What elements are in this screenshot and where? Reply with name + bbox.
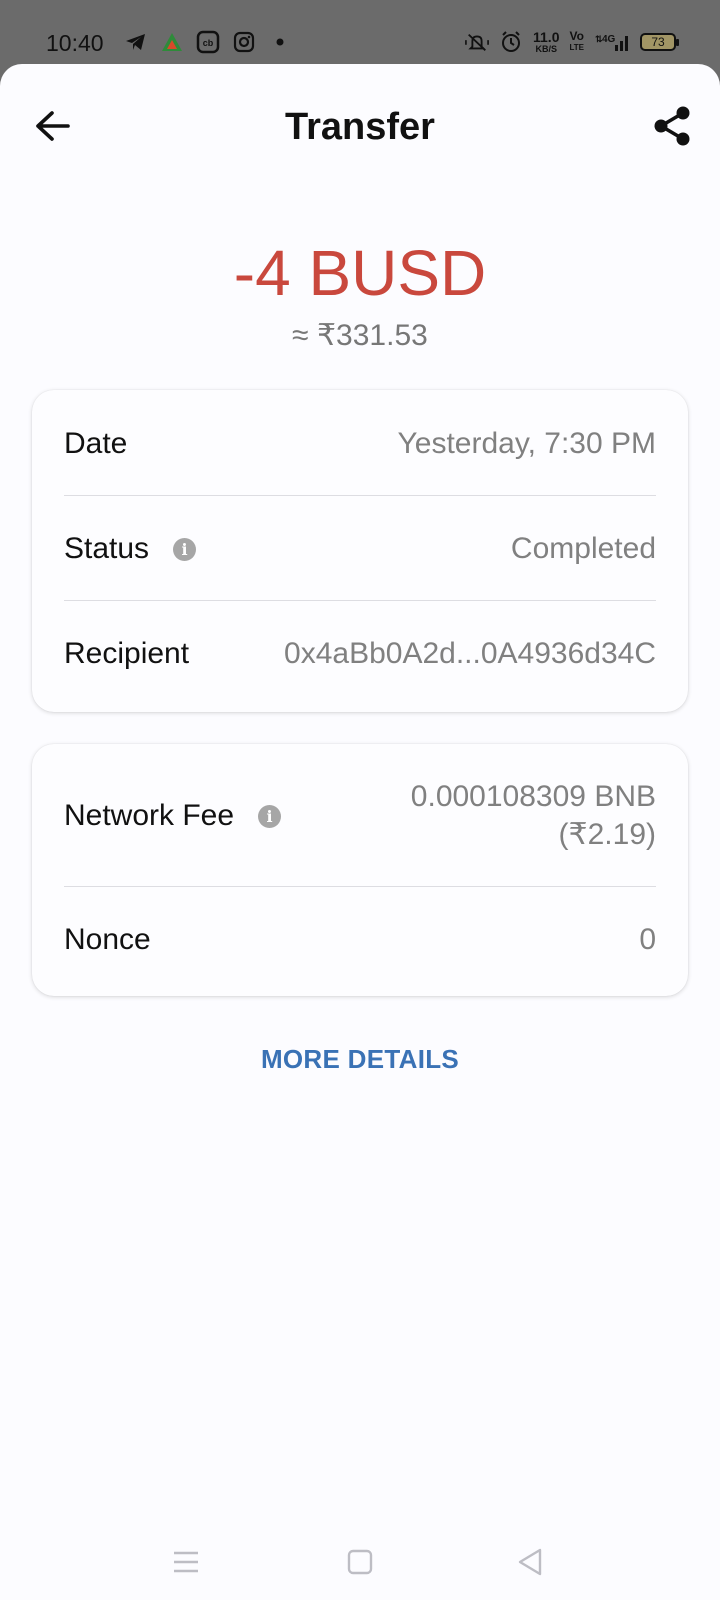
nonce-row: Nonce 0 <box>64 920 656 960</box>
nonce-label: Nonce <box>64 923 151 956</box>
recipient-row[interactable]: Recipient 0x4aBb0A2d...0A4936d34C <box>64 634 656 674</box>
divider <box>64 886 656 887</box>
network-speed-value: 11.0 <box>533 28 560 45</box>
transaction-sheet: Transfer -4 BUSD ≈ ₹331.53 Date Yesterda… <box>0 64 720 1600</box>
fee-card: Network Fee i 0.000108309 BNB (₹2.19) No… <box>32 744 688 996</box>
date-label: Date <box>64 427 128 460</box>
status-row: Status i Completed <box>64 529 656 569</box>
network-fee-value: 0.000108309 BNB (₹2.19) <box>411 778 656 854</box>
recipient-label: Recipient <box>64 637 190 670</box>
vibrate-mute-icon <box>465 30 489 54</box>
header: Transfer <box>0 64 720 184</box>
dot-icon <box>268 30 292 54</box>
recipient-address[interactable]: 0x4aBb0A2d...0A4936d34C <box>284 637 656 671</box>
network-fee-row: Network Fee i 0.000108309 BNB (₹2.19) <box>64 776 656 856</box>
fiat-equivalent: ≈ ₹331.53 <box>292 319 428 352</box>
network-speed-unit: KB/S <box>535 43 557 54</box>
app-triangle-icon <box>160 30 184 54</box>
instagram-icon <box>232 30 256 54</box>
menu-icon <box>174 1551 198 1573</box>
telegram-icon <box>124 30 148 54</box>
status-value: Completed <box>510 532 656 565</box>
details-card: Date Yesterday, 7:30 PM Status i Complet… <box>32 390 688 712</box>
cb-app-icon: cb <box>196 30 220 54</box>
date-value: Yesterday, 7:30 PM <box>397 427 657 460</box>
volte-icon: Vo LTE <box>569 29 584 53</box>
nonce-value: 0 <box>639 923 656 956</box>
network-type: 4G <box>602 34 616 45</box>
back-triangle-icon <box>518 1548 542 1576</box>
info-icon[interactable]: i <box>173 537 197 561</box>
page-title: Transfer <box>285 106 435 148</box>
divider <box>64 495 656 496</box>
share-icon <box>654 106 690 146</box>
status-label-group: Status i <box>64 532 197 566</box>
divider <box>64 600 656 601</box>
recent-apps-button[interactable] <box>166 1542 206 1582</box>
back-nav-button[interactable] <box>510 1542 550 1582</box>
network-fee-label: Network Fee <box>64 799 235 832</box>
more-details-button[interactable]: MORE DETAILS <box>0 1044 720 1075</box>
share-button[interactable] <box>650 104 694 148</box>
signal-4g-icon: ⇅ 4G <box>594 30 630 54</box>
system-icons: 11.0 KB/S Vo LTE ⇅ 4G 73 <box>465 28 679 54</box>
transfer-amount: -4 BUSD <box>233 237 487 309</box>
date-row: Date Yesterday, 7:30 PM <box>64 424 656 464</box>
system-nav-bar <box>0 1524 720 1600</box>
home-button[interactable] <box>340 1542 380 1582</box>
network-fee-crypto: 0.000108309 BNB <box>410 780 656 813</box>
status-time: 10:40 <box>46 30 104 56</box>
network-fee-label-group: Network Fee i <box>64 799 282 833</box>
network-fee-fiat: (₹2.19) <box>558 818 656 851</box>
alarm-icon <box>499 30 523 54</box>
status-label: Status <box>64 532 150 565</box>
notification-icons: cb <box>124 30 292 54</box>
info-icon[interactable]: i <box>258 804 282 828</box>
network-speed: 11.0 KB/S <box>533 28 560 54</box>
home-square-icon <box>347 1549 373 1575</box>
volte-bottom: LTE <box>569 43 584 52</box>
svg-text:cb: cb <box>203 38 214 48</box>
volte-top: Vo <box>569 29 584 43</box>
status-bar: 10:40 cb 11.0 KB/S Vo LTE ⇅ 4G 73 <box>0 0 720 64</box>
battery-icon: 73 <box>640 33 679 51</box>
